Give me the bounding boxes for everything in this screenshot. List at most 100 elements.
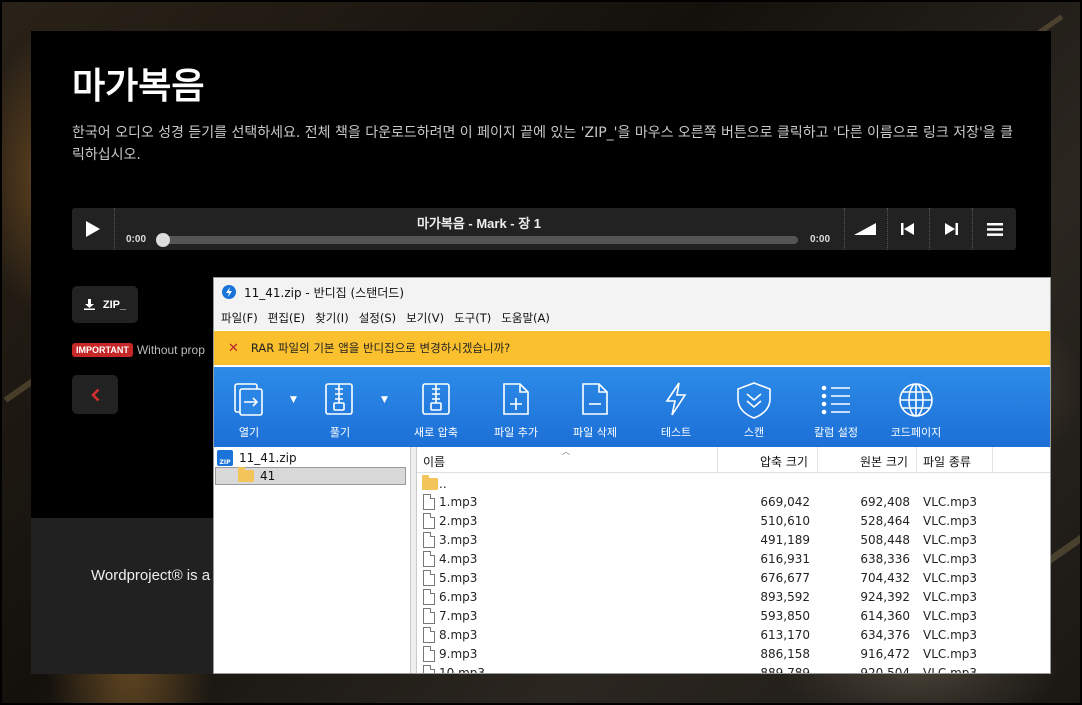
file-original-size: 614,360 xyxy=(860,609,910,623)
zip-download-button[interactable]: ZIP_ xyxy=(72,286,138,323)
parent-folder-row[interactable]: .. xyxy=(417,474,1050,493)
menu-view[interactable]: 보기(V) xyxy=(406,310,444,326)
menu-settings[interactable]: 설정(S) xyxy=(359,310,396,326)
menu-file[interactable]: 파일(F) xyxy=(221,310,258,326)
column-settings-button[interactable]: 칼럼 설정 xyxy=(808,367,864,447)
column-header-compressed-size[interactable]: 압축 크기 xyxy=(760,453,808,470)
file-compressed-size: 669,042 xyxy=(760,495,810,509)
file-type: VLC.mp3 xyxy=(923,628,978,642)
file-icon xyxy=(423,665,435,673)
file-name: 4.mp3 xyxy=(439,552,478,566)
file-icon xyxy=(423,551,435,567)
progress-knob[interactable] xyxy=(156,233,170,247)
play-button[interactable] xyxy=(72,208,114,250)
file-compressed-size: 510,610 xyxy=(760,514,810,528)
file-original-size: 704,432 xyxy=(860,571,910,585)
extract-dropdown-icon[interactable]: ▼ xyxy=(381,395,388,405)
scan-button[interactable]: 스캔 xyxy=(732,367,776,447)
notice-text[interactable]: RAR 파일의 기본 앱을 반디집으로 변경하시겠습니까? xyxy=(251,340,510,356)
open-button[interactable]: 열기 xyxy=(229,367,269,447)
progress-bar[interactable] xyxy=(156,233,798,247)
new-archive-button[interactable]: 새로 압축 xyxy=(410,367,462,447)
important-text: Without prop xyxy=(136,343,205,357)
file-icon xyxy=(423,570,435,586)
file-compressed-size: 886,158 xyxy=(760,647,810,661)
file-name: 5.mp3 xyxy=(439,571,478,585)
column-header-original-size[interactable]: 원본 크기 xyxy=(860,453,908,470)
extract-button[interactable]: 풀기 xyxy=(320,367,360,447)
column-header-name[interactable]: 이름 xyxy=(423,453,445,470)
title-bar[interactable]: 11_41.zip - 반디집 (스탠더드) xyxy=(214,278,1050,306)
playlist-button[interactable] xyxy=(974,208,1016,250)
play-icon xyxy=(86,221,100,237)
bandizip-window: 11_41.zip - 반디집 (스탠더드) 파일(F) 편집(E) 찾기(I)… xyxy=(213,277,1051,674)
file-row[interactable]: 2.mp3 510,610 528,464 VLC.mp3 xyxy=(417,512,1050,531)
file-type: VLC.mp3 xyxy=(923,647,978,661)
skip-next-icon xyxy=(945,223,958,235)
new-archive-icon xyxy=(422,383,450,415)
file-icon xyxy=(423,608,435,624)
file-name: 7.mp3 xyxy=(439,609,478,623)
file-name: 2.mp3 xyxy=(439,514,478,528)
file-name: 8.mp3 xyxy=(439,628,478,642)
file-compressed-size: 616,931 xyxy=(760,552,810,566)
add-file-button[interactable]: 파일 추가 xyxy=(488,367,544,447)
previous-chapter-button[interactable] xyxy=(72,375,118,414)
shield-icon xyxy=(737,382,771,419)
file-icon xyxy=(423,494,435,510)
folder-icon xyxy=(238,467,254,482)
tree-item-folder-41[interactable]: 41 xyxy=(215,467,406,485)
menu-edit[interactable]: 편집(E) xyxy=(268,310,305,326)
file-icon xyxy=(423,589,435,605)
footer-text: Wordproject® is a xyxy=(91,567,211,584)
menu-tools[interactable]: 도구(T) xyxy=(454,310,491,326)
file-compressed-size: 613,170 xyxy=(760,628,810,642)
file-row[interactable]: 7.mp3 593,850 614,360 VLC.mp3 xyxy=(417,607,1050,626)
delete-file-button[interactable]: 파일 삭제 xyxy=(567,367,623,447)
volume-icon xyxy=(854,223,876,235)
file-compressed-size: 676,677 xyxy=(760,571,810,585)
menu-help[interactable]: 도움말(A) xyxy=(501,310,550,326)
file-row[interactable]: 9.mp3 886,158 916,472 VLC.mp3 xyxy=(417,645,1050,664)
folder-icon xyxy=(422,475,438,490)
file-type: VLC.mp3 xyxy=(923,552,978,566)
file-row[interactable]: 5.mp3 676,677 704,432 VLC.mp3 xyxy=(417,569,1050,588)
menu-icon xyxy=(987,222,1003,236)
tree-item-archive[interactable]: ZIP 11_41.zip xyxy=(217,449,297,467)
column-header-file-type[interactable]: 파일 종류 xyxy=(923,453,971,470)
menu-find[interactable]: 찾기(I) xyxy=(315,310,349,326)
file-type: VLC.mp3 xyxy=(923,666,978,674)
menu-bar: 파일(F) 편집(E) 찾기(I) 설정(S) 보기(V) 도구(T) 도움말(… xyxy=(214,306,1050,330)
open-archive-icon xyxy=(234,383,263,416)
codepage-button[interactable]: 코드페이지 xyxy=(886,367,946,447)
open-dropdown-icon[interactable]: ▼ xyxy=(290,395,297,405)
file-original-size: 924,392 xyxy=(860,590,910,604)
test-button[interactable]: 테스트 xyxy=(654,367,698,447)
file-row[interactable]: 4.mp3 616,931 638,336 VLC.mp3 xyxy=(417,550,1050,569)
current-time: 0:00 xyxy=(126,234,147,245)
duration-time: 0:00 xyxy=(810,234,831,245)
intro-text: 한국어 오디오 성경 듣기를 선택하세요. 전체 책을 다운로드하려면 이 페이… xyxy=(72,125,1014,163)
file-row[interactable]: 3.mp3 491,189 508,448 VLC.mp3 xyxy=(417,531,1050,550)
volume-button[interactable] xyxy=(844,208,886,250)
add-file-icon xyxy=(503,383,529,415)
file-compressed-size: 593,850 xyxy=(760,609,810,623)
file-row[interactable]: 8.mp3 613,170 634,376 VLC.mp3 xyxy=(417,626,1050,645)
file-type: VLC.mp3 xyxy=(923,590,978,604)
file-type: VLC.mp3 xyxy=(923,533,978,547)
next-track-button[interactable] xyxy=(930,208,972,250)
window-title: 11_41.zip - 반디집 (스탠더드) xyxy=(244,285,405,300)
file-type: VLC.mp3 xyxy=(923,571,978,585)
close-icon[interactable]: ✕ xyxy=(228,341,239,356)
file-row[interactable]: 1.mp3 669,042 692,408 VLC.mp3 xyxy=(417,493,1050,512)
file-type: VLC.mp3 xyxy=(923,514,978,528)
file-row[interactable]: 10.mp3 889,789 920,504 VLC.mp3 xyxy=(417,664,1050,674)
important-badge: IMPORTANT xyxy=(72,343,133,357)
file-list-header: ︿ 이름 압축 크기 원본 크기 파일 종류 xyxy=(417,447,1050,473)
delete-file-icon xyxy=(582,383,608,415)
toolbar: 열기 ▼ 풀기 ▼ 새로 압축 파일 추가 파일 삭제 테스트 스캔 칼럼 설정… xyxy=(214,367,1050,447)
bandizip-app-icon xyxy=(222,285,236,299)
file-icon xyxy=(423,646,435,662)
previous-track-button[interactable] xyxy=(887,208,929,250)
file-row[interactable]: 6.mp3 893,592 924,392 VLC.mp3 xyxy=(417,588,1050,607)
